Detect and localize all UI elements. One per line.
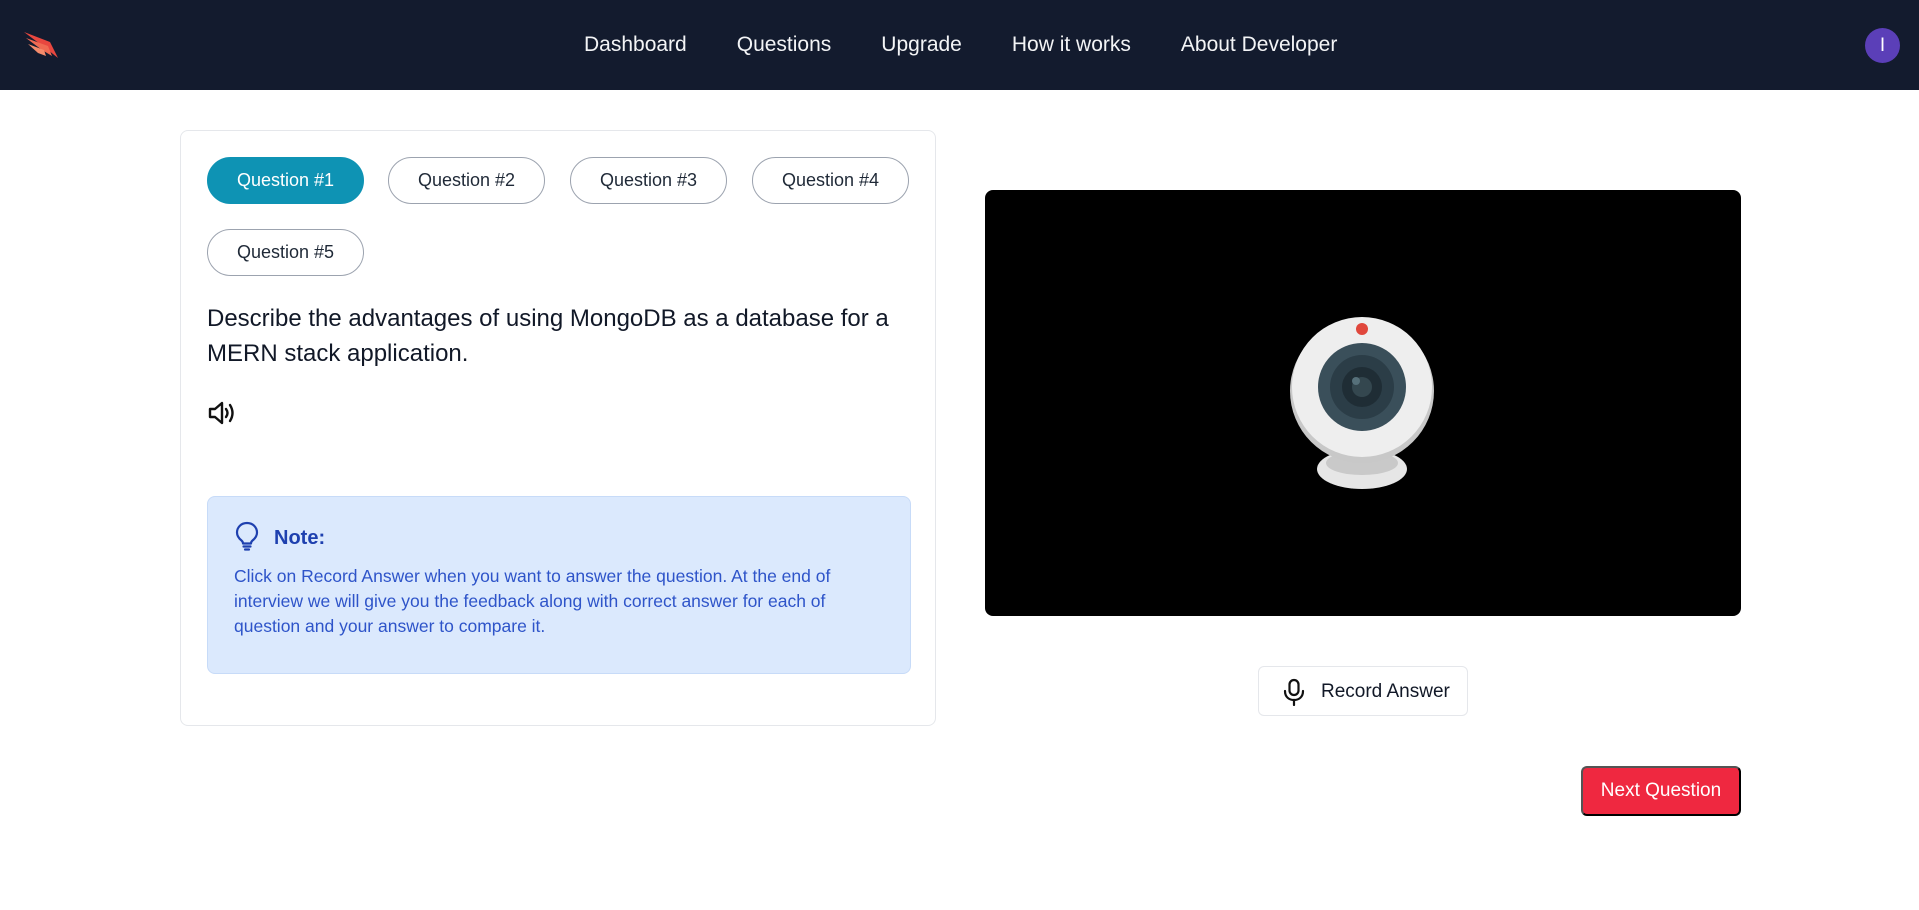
nav-dashboard[interactable]: Dashboard [584, 33, 687, 57]
record-answer-label: Record Answer [1321, 681, 1450, 702]
microphone-icon [1283, 678, 1305, 706]
next-question-button[interactable]: Next Question [1581, 766, 1741, 816]
nav-how-it-works[interactable]: How it works [1012, 33, 1131, 57]
webcam-icon [1290, 317, 1434, 489]
tab-question-1[interactable]: Question #1 [207, 157, 364, 204]
tab-question-5[interactable]: Question #5 [207, 229, 364, 276]
top-navbar: Dashboard Questions Upgrade How it works… [0, 0, 1919, 90]
note-box: Note: Click on Record Answer when you wa… [207, 496, 911, 674]
nav-upgrade[interactable]: Upgrade [881, 33, 962, 57]
question-card: Question #1 Question #2 Question #3 Ques… [180, 130, 936, 726]
nav-about-developer[interactable]: About Developer [1181, 33, 1337, 57]
main-nav: Dashboard Questions Upgrade How it works… [584, 0, 1337, 90]
speaker-icon[interactable] [207, 399, 237, 427]
nav-questions[interactable]: Questions [737, 33, 832, 57]
question-text: Describe the advantages of using MongoDB… [207, 305, 889, 367]
lightbulb-icon [235, 521, 259, 551]
bird-wing-logo-icon[interactable] [22, 28, 62, 62]
note-body: Click on Record Answer when you want to … [234, 566, 831, 636]
tab-question-2[interactable]: Question #2 [388, 157, 545, 204]
user-avatar[interactable]: I [1865, 28, 1900, 63]
webcam-preview [985, 190, 1741, 616]
tab-question-3[interactable]: Question #3 [570, 157, 727, 204]
record-answer-button[interactable]: Record Answer [1258, 666, 1468, 716]
tab-question-4[interactable]: Question #4 [752, 157, 909, 204]
note-title: Note: [274, 527, 326, 549]
